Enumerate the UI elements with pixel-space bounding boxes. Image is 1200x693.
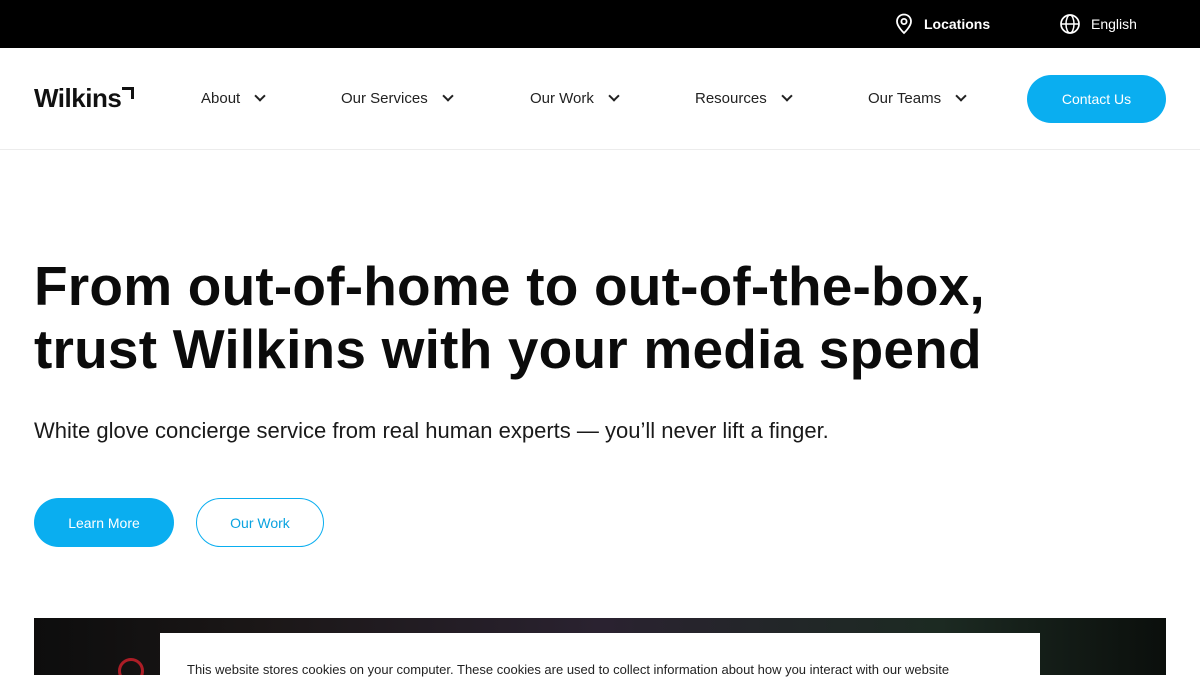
language-label: English (1091, 16, 1137, 32)
logo-mark-icon (122, 87, 135, 99)
media-decoration (118, 658, 144, 675)
logo-text: Wilkins (34, 83, 122, 113)
chevron-down-icon (781, 89, 793, 102)
nav-item-label: Our Work (530, 89, 594, 107)
locations-label: Locations (924, 16, 991, 32)
language-selector[interactable]: English (1059, 12, 1137, 36)
nav-item-our-services[interactable]: Our Services (341, 87, 454, 109)
nav-item-label: Resources (695, 89, 767, 107)
globe-icon (1059, 13, 1081, 35)
chevron-down-icon (608, 89, 620, 102)
our-work-button[interactable]: Our Work (196, 498, 324, 547)
logo[interactable]: Wilkins (34, 83, 135, 113)
hero-title: From out-of-home to out-of-the-box, trus… (34, 255, 1154, 381)
chevron-down-icon (442, 89, 454, 102)
locations-link[interactable]: Locations (894, 12, 990, 36)
nav-item-our-work[interactable]: Our Work (530, 87, 620, 109)
utility-bar: Locations English (0, 0, 1200, 48)
nav-item-label: Our Services (341, 89, 428, 107)
contact-us-button[interactable]: Contact Us (1027, 75, 1166, 123)
hero-subtitle: White glove concierge service from real … (34, 418, 829, 443)
hero-title-line-1: From out-of-home to out-of-the-box, (34, 255, 985, 317)
main-nav: Wilkins About Our Services Our Work Reso… (0, 48, 1200, 150)
learn-more-button[interactable]: Learn More (34, 498, 174, 547)
nav-item-label: Our Teams (868, 89, 942, 107)
nav-item-our-teams[interactable]: Our Teams (868, 87, 967, 109)
cookie-banner: This website stores cookies on your comp… (160, 633, 1040, 693)
nav-item-about[interactable]: About (201, 87, 266, 109)
chevron-down-icon (955, 89, 967, 102)
map-pin-icon (894, 13, 914, 35)
chevron-down-icon (254, 89, 266, 102)
nav-item-label: About (201, 89, 241, 107)
hero-title-line-2: trust Wilkins with your media spend (34, 318, 982, 380)
nav-item-resources[interactable]: Resources (695, 87, 793, 109)
